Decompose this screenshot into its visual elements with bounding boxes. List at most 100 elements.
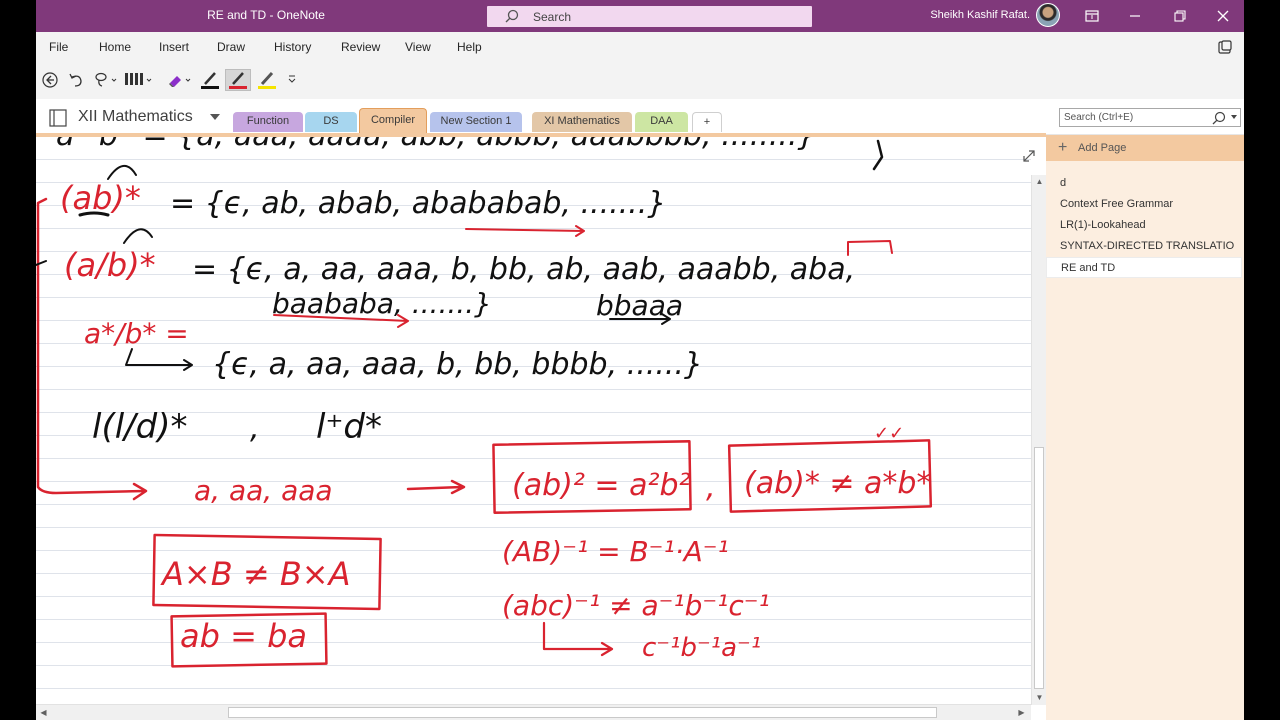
pen-icon [229,72,247,89]
back-icon [42,72,58,88]
menu-bar: File Home Insert Draw History Review Vie… [36,32,1244,62]
undo-icon [69,73,82,87]
ink-eq-3: c⁻¹b⁻¹a⁻¹ [642,633,761,663]
ink-line-5-lhs: a*/b* = [84,317,189,350]
add-page-button[interactable]: + Add Page [1046,135,1244,161]
pen-icon [201,72,219,89]
highlighter-icon [258,71,276,89]
back-button[interactable] [40,69,60,91]
page-search-input[interactable]: Search (Ctrl+E) [1059,108,1241,127]
close-icon[interactable] [1213,6,1233,26]
vertical-scrollbar[interactable]: ▲ ▼ [1031,175,1046,705]
highlighter-button[interactable] [255,69,279,91]
ink-line-4-note: bbaaa [596,289,683,322]
ink-line-2-rhs: = {ϵ, ab, abab, abababab, .......} [170,186,666,221]
chevron-down-icon[interactable] [210,114,220,120]
ink-line-2-lhs: (ab)* [60,179,141,217]
ink-arc-stroke [123,228,153,244]
section-tab-xi-mathematics[interactable]: XI Mathematics [532,112,632,132]
undo-button[interactable] [66,69,86,91]
section-tab-daa[interactable]: DAA [635,112,688,132]
lasso-select-button[interactable] [91,69,117,91]
ink-line-3-lhs: (a/b)* [64,246,156,284]
section-tab-function[interactable]: Function [233,112,303,132]
section-tab-compiler[interactable]: Compiler [359,108,427,133]
pen-gallery-icon [125,73,152,85]
user-name[interactable]: Sheikh Kashif Rafat. [930,9,1030,21]
menu-help[interactable]: Help [457,40,482,54]
note-canvas[interactable]: a* b* = {a, aaa, aaaa, abb, abbb, aaabbb… [36,137,1031,704]
add-section-button[interactable]: + [692,112,722,132]
horizontal-scrollbar[interactable]: ◀ ▶ [36,704,1031,720]
add-page-label: Add Page [1078,142,1127,154]
notebook-name[interactable]: XII Mathematics [78,108,193,126]
ink-box-3: A×B ≠ B×A [160,555,350,593]
ribbon-display-icon[interactable] [1082,6,1102,26]
page-item-context-free-grammar[interactable]: Context Free Grammar [1046,194,1242,215]
chevron-down-icon [288,75,296,83]
pen-gallery-button[interactable] [122,69,154,91]
minimize-icon[interactable] [1125,6,1145,26]
lasso-icon [95,72,117,87]
section-tab-ds[interactable]: DS [305,112,357,132]
page-item-lr1-lookahead[interactable]: LR(1)-Lookahead [1046,215,1242,236]
ink-eq-1: (AB)⁻¹ = B⁻¹·A⁻¹ [502,535,729,568]
page-item-d[interactable]: d [1046,173,1242,194]
ink-line-5-rhs: {ϵ, a, aa, aaa, b, bb, bbbb, ......} [212,347,703,382]
menu-view[interactable]: View [405,40,431,54]
ink-line-4: baababa, .......} [272,287,492,320]
scroll-right-icon[interactable]: ▶ [1014,706,1029,720]
ink-line-1: a* b* = {a, aaa, aaaa, abb, abbb, aaabbb… [56,137,816,153]
black-pen-button[interactable] [198,69,222,91]
ink-line-7a: a, aa, aaa [194,474,333,507]
restore-icon[interactable] [1170,6,1190,26]
search-icon [1212,111,1226,125]
menu-review[interactable]: Review [341,40,380,54]
menu-file[interactable]: File [49,40,68,54]
avatar[interactable] [1036,3,1060,27]
notebook-bar: XII Mathematics Function DS Compiler New… [36,99,1244,135]
ink-box-2: (ab)* ≠ a*b* [744,466,931,501]
customize-toolbar-button[interactable] [286,69,298,91]
page-item-syntax-directed-translation[interactable]: SYNTAX-DIRECTED TRANSLATIO [1046,236,1242,257]
vertical-scroll-thumb[interactable] [1034,447,1044,689]
menu-history[interactable]: History [274,40,311,54]
ink-box-1: (ab)² = a²b² [512,468,691,503]
page-item-re-and-td[interactable]: RE and TD [1046,257,1242,278]
onenote-window: RE and TD - OneNote Search Sheikh Kashif… [36,0,1244,720]
scroll-down-icon[interactable]: ▼ [1032,691,1047,705]
ink-brace-stroke [872,139,884,171]
eraser-button[interactable] [166,69,194,91]
ink-line-6a: l(l/d)* [92,407,187,447]
scroll-left-icon[interactable]: ◀ [36,706,51,720]
red-pen-button[interactable] [225,69,251,91]
expand-icon[interactable] [1022,149,1036,163]
ink-box-4: ab = ba [180,617,307,655]
chevron-down-icon [1231,115,1237,119]
ink-arc-stroke [107,165,137,180]
section-tab-new-section-1[interactable]: New Section 1 [430,112,522,132]
handwriting-layer: a* b* = {a, aaa, aaaa, abb, abbb, aaabbb… [36,137,933,668]
ink-line-6b: , [250,411,260,446]
window-title: RE and TD - OneNote [207,8,325,22]
page-list-pane: + Add Page d Context Free Grammar LR(1)-… [1046,135,1244,720]
ink-arrow-stroke [125,348,193,371]
search-label: Search [533,10,572,24]
scroll-up-icon[interactable]: ▲ [1032,175,1047,189]
ink-line-6c: l⁺d* [316,407,382,447]
ink-arrow-stroke [406,479,466,495]
notebook-pane-icon[interactable] [1218,40,1232,54]
plus-icon: + [1058,139,1068,156]
menu-insert[interactable]: Insert [159,40,189,54]
quick-toolbar [36,62,1244,99]
title-bar: RE and TD - OneNote Search Sheikh Kashif… [36,0,1244,32]
ink-eq-2: (abc)⁻¹ ≠ a⁻¹b⁻¹c⁻¹ [502,589,770,622]
ink-arrow-stroke [465,225,585,237]
menu-draw[interactable]: Draw [217,40,245,54]
ink-arrow-stroke [542,621,614,657]
horizontal-scroll-thumb[interactable] [228,707,937,718]
search-box[interactable]: Search [487,6,812,27]
notebook-icon[interactable] [48,109,68,127]
menu-home[interactable]: Home [99,40,131,54]
eraser-icon [169,76,191,87]
